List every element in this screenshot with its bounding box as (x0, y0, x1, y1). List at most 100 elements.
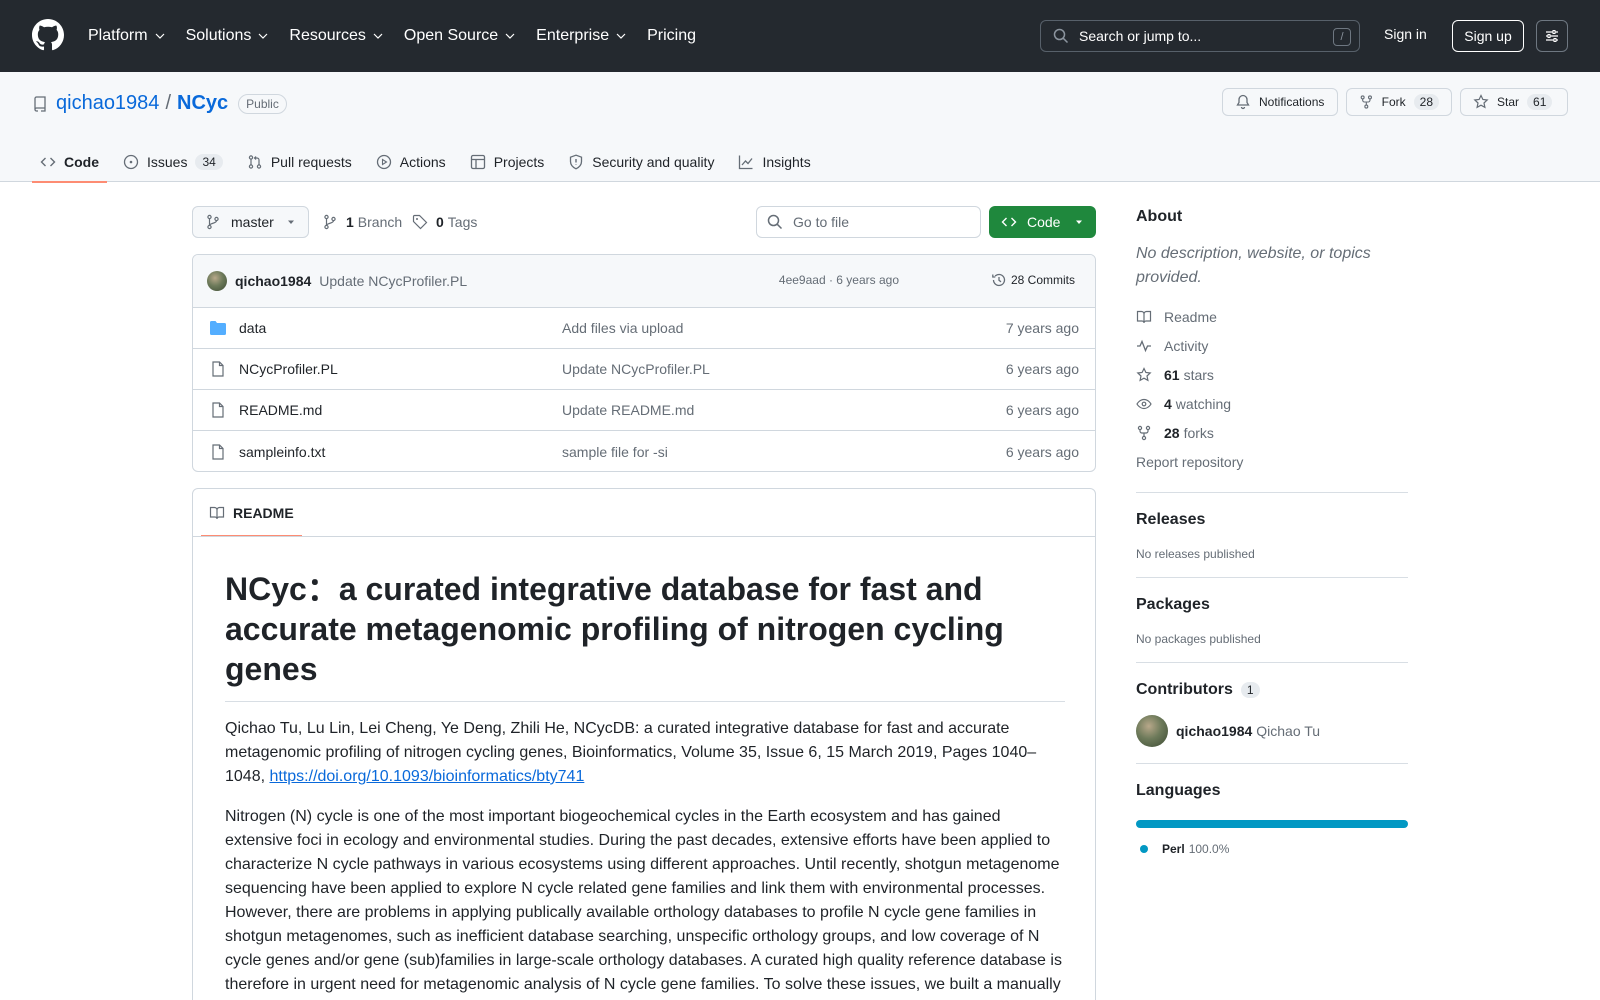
commits-link[interactable]: 28 Commits (991, 272, 1075, 288)
forks-link[interactable]: 28 forks (1136, 418, 1408, 447)
sign-in-link[interactable]: Sign in (1384, 26, 1427, 42)
nav-platform[interactable]: Platform (88, 24, 166, 48)
branch-icon (324, 214, 336, 230)
file-age: 6 years ago (1005, 443, 1079, 460)
readme-tab[interactable]: README (201, 489, 302, 537)
tab-label: Actions (399, 154, 446, 170)
file-row[interactable]: NCycProfiler.PL Update NCycProfiler.PL 6… (193, 349, 1095, 390)
star-count: 61 (1527, 94, 1553, 110)
branch-selector[interactable]: master (192, 206, 309, 238)
releases-heading[interactable]: Releases (1136, 511, 1408, 529)
nav-solutions[interactable]: Solutions (186, 24, 270, 48)
fork-button[interactable]: Fork 28 (1346, 88, 1452, 116)
notifications-button[interactable]: Notifications (1222, 88, 1338, 116)
tab-pull-requests[interactable]: Pull requests (239, 142, 360, 182)
branches-link[interactable]: 1 Branch (322, 214, 402, 230)
file-row[interactable]: sampleinfo.txt sample file for -si 6 yea… (193, 431, 1095, 471)
nav-open-source[interactable]: Open Source (404, 24, 516, 48)
contributors-heading[interactable]: Contributors 1 (1136, 681, 1408, 699)
search-shortcut-key: / (1333, 28, 1351, 46)
repo-title: qichao1984 / NCyc Public (32, 92, 287, 115)
code-icon (1001, 217, 1017, 227)
star-icon (1473, 94, 1489, 109)
activity-link[interactable]: Activity (1136, 331, 1408, 360)
avatar[interactable] (1136, 715, 1168, 747)
languages-heading: Languages (1136, 782, 1221, 799)
tab-insights[interactable]: Insights (730, 142, 818, 182)
stars-count: 61 (1164, 366, 1180, 383)
go-to-file-input[interactable]: Go to file (756, 206, 981, 238)
nav-resources[interactable]: Resources (289, 24, 383, 48)
contributor-name: Qichao Tu (1256, 723, 1321, 739)
file-commit-message[interactable]: Update NCycProfiler.PL (562, 361, 710, 377)
watching-link[interactable]: 4 watching (1136, 389, 1408, 418)
contributor-item[interactable]: qichao1984 Qichao Tu (1136, 715, 1408, 747)
tab-issues[interactable]: Issues 34 (115, 142, 231, 182)
tab-actions[interactable]: Actions (368, 142, 454, 182)
file-commit-message[interactable]: Add files via upload (562, 320, 683, 336)
stars-link[interactable]: 61 stars (1136, 360, 1408, 389)
tab-label: Security and quality (592, 154, 715, 170)
settings-menu-button[interactable] (1536, 20, 1568, 52)
language-item[interactable]: Perl 100.0% (1136, 842, 1408, 856)
file-row[interactable]: README.md Update README.md 6 years ago (193, 390, 1095, 431)
contributors-count: 1 (1240, 682, 1260, 698)
file-name-link[interactable]: sampleinfo.txt (239, 444, 562, 460)
file-name-link[interactable]: data (239, 320, 562, 336)
tab-code[interactable]: Code (32, 142, 107, 183)
file-commit-message[interactable]: Update README.md (562, 402, 694, 418)
fork-icon (1360, 95, 1372, 109)
readme-link[interactable]: Readme (1136, 302, 1408, 331)
repo-icon (34, 95, 46, 112)
latest-commit-bar: qichao1984 Update NCycProfiler.PL 4ee9aa… (193, 255, 1095, 308)
tab-security[interactable]: Security and quality (560, 142, 722, 182)
packages-heading[interactable]: Packages (1136, 596, 1408, 614)
avatar[interactable] (207, 271, 227, 291)
star-button[interactable]: Star 61 (1460, 88, 1568, 116)
releases-empty-text: No releases published (1136, 547, 1255, 561)
readme-title: NCyc：a curated integrative database for … (225, 569, 1065, 702)
nav-enterprise[interactable]: Enterprise (536, 24, 627, 48)
file-name-link[interactable]: README.md (239, 402, 562, 418)
tab-label: Code (64, 154, 99, 170)
doi-link[interactable]: https://doi.org/10.1093/bioinformatics/b… (269, 768, 584, 785)
eye-icon (1136, 398, 1152, 409)
code-dropdown-button[interactable]: Code (989, 206, 1096, 238)
nav-pricing[interactable]: Pricing (647, 24, 696, 48)
chevron-down-icon (155, 33, 165, 39)
readme-body: Nitrogen (N) cycle is one of the most im… (225, 808, 1062, 993)
file-name-link[interactable]: NCycProfiler.PL (239, 361, 562, 377)
tags-link[interactable]: 0 Tags (412, 214, 477, 230)
repo-name-link[interactable]: NCyc (177, 92, 228, 115)
file-commit-message[interactable]: sample file for -si (562, 444, 668, 460)
global-header: Platform Solutions Resources Open Source… (0, 0, 1600, 72)
file-age: 6 years ago (1005, 361, 1079, 377)
search-placeholder: Search or jump to... (1079, 28, 1202, 44)
languages-section: Languages Perl 100.0% (1136, 763, 1408, 856)
caret-down-icon (288, 220, 294, 224)
fork-label: Fork (1381, 95, 1406, 109)
tab-label: Issues (147, 154, 188, 170)
repo-owner-link[interactable]: qichao1984 (56, 92, 159, 115)
notifications-label: Notifications (1259, 95, 1325, 109)
commit-author-link[interactable]: qichao1984 (235, 273, 311, 289)
fork-count: 28 (1413, 94, 1439, 110)
file-row[interactable]: data Add files via upload 7 years ago (193, 308, 1095, 349)
commit-sha-time[interactable]: 4ee9aad · 6 years ago (779, 273, 899, 287)
global-search-input[interactable]: Search or jump to... / (1040, 20, 1360, 52)
issues-count: 34 (195, 154, 223, 170)
nav-label: Resources (289, 27, 366, 44)
readme-panel: README NCyc：a curated integrative databa… (192, 488, 1096, 1000)
tab-label: Insights (762, 154, 811, 170)
table-icon (470, 154, 485, 170)
github-logo-icon[interactable] (32, 19, 64, 51)
tab-label: Pull requests (270, 154, 352, 170)
contributor-login[interactable]: qichao1984 (1176, 723, 1252, 739)
language-color-dot (1140, 845, 1148, 853)
tab-projects[interactable]: Projects (462, 142, 553, 182)
sign-up-button[interactable]: Sign up (1452, 20, 1524, 52)
report-repository-link[interactable]: Report repository (1136, 447, 1408, 476)
chevron-down-icon (258, 33, 268, 39)
commit-message-link[interactable]: Update NCycProfiler.PL (319, 273, 467, 289)
graph-icon (739, 155, 753, 170)
